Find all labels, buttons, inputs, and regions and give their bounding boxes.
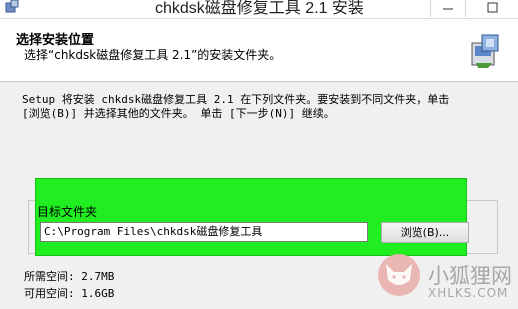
page-subtitle: 选择“chkdsk磁盘修复工具 2.1”的安装文件夹。 — [24, 48, 282, 62]
title-bar: chkdsk磁盘修复工具 2.1 安装 — [0, 0, 518, 19]
destination-folder-label: 目标文件夹 — [37, 205, 98, 219]
window-title: chkdsk磁盘修复工具 2.1 安装 — [155, 0, 364, 17]
installer-header-icon — [471, 34, 499, 68]
install-description: Setup 将安装 chkdsk磁盘修复工具 2.1 在下列文件夹。要安装到不同… — [22, 93, 502, 121]
watermark-subtitle: XHLKS.COM — [428, 286, 509, 300]
installer-app-icon — [5, 0, 19, 13]
description-line: [浏览(B)] 并选择其他的文件夹。 单击 [下一步(N)] 继续。 — [22, 107, 335, 120]
maximize-button[interactable] — [465, 0, 518, 17]
minimize-button[interactable] — [430, 0, 465, 17]
description-line: Setup 将安装 chkdsk磁盘修复工具 2.1 在下列文件夹。要安装到不同… — [22, 93, 450, 106]
fox-watermark-icon — [378, 254, 420, 296]
install-path-input[interactable]: C:\Program Files\chkdsk磁盘修复工具 — [40, 222, 368, 242]
minimize-icon — [443, 8, 453, 10]
page-header: 选择安装位置 选择“chkdsk磁盘修复工具 2.1”的安装文件夹。 — [0, 19, 518, 82]
maximize-icon — [487, 2, 498, 13]
available-space: 可用空间: 1.6GB — [24, 287, 115, 300]
required-space: 所需空间: 2.7MB — [24, 270, 115, 283]
destination-highlight — [35, 178, 467, 256]
browse-button[interactable]: 浏览(B)... — [381, 222, 469, 243]
